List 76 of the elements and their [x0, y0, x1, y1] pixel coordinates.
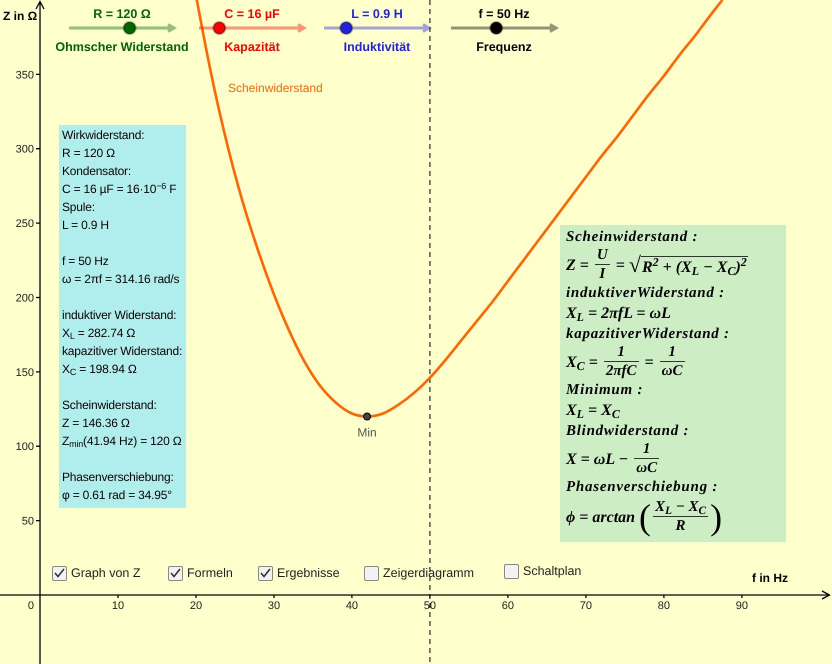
axis-tick-label: 10 [112, 600, 124, 612]
slider-track[interactable] [449, 20, 559, 36]
result-text: ω = 2πf = 314.16 rad/s [62, 271, 180, 288]
formula: X$_{L}$ = X$_{C}$ [566, 401, 621, 420]
slider-track[interactable] [322, 20, 432, 36]
result-text: X$_{C}$ = 198.94 Ω [62, 361, 138, 378]
result-text: f = 50 Hz [62, 253, 110, 270]
result-text: L = 0.9 H [62, 217, 110, 234]
axis-tick-label: 300 [16, 144, 34, 156]
checkbox-label[interactable]: Ergebnisse [277, 565, 340, 581]
result-text: Scheinwiderstand: [62, 397, 158, 414]
axis-title: Z in Ω [3, 9, 38, 23]
axis-tick-label: 50 [22, 516, 34, 528]
origin-label: 0 [28, 600, 34, 612]
point-label: Min [357, 425, 377, 440]
slider-value-label: L = 0.9 H [351, 8, 403, 20]
result-text: induktiver Widerstand: [62, 307, 178, 324]
result-text: Z = 146.36 Ω [62, 415, 131, 432]
result-text: φ = 0.61 rad = 34.95° [62, 487, 173, 504]
result-text: Z$_{min}$(41.94 Hz) = 120 Ω [62, 433, 182, 450]
formula-heading: kapazitiverWiderstand : [566, 325, 731, 343]
slider-caption: Induktivität [344, 40, 410, 54]
slider-thumb[interactable] [122, 21, 137, 35]
axis-tick-label: 200 [16, 292, 34, 304]
slider-thumb[interactable] [339, 21, 354, 35]
slider-value-label: C = 16 µF [224, 8, 280, 20]
checkbox[interactable] [504, 564, 519, 578]
checkmark-icon [54, 568, 65, 578]
checkbox[interactable] [364, 566, 379, 580]
minimum-point [363, 412, 372, 420]
formula-heading: Minimum : [566, 381, 644, 399]
curve-label: Scheinwiderstand [228, 81, 323, 95]
formula: X$_{L}$ = 2πfL = ωL [566, 304, 672, 323]
result-text: Kondensator: [62, 163, 132, 180]
result-text: X$_{L}$ = 282.74 Ω [62, 325, 136, 342]
slider-track[interactable] [67, 20, 177, 36]
slider-track[interactable] [197, 20, 307, 36]
result-text: kapazitiver Widerstand: [62, 343, 182, 360]
formula-heading: Phasenverschiebung : [566, 478, 720, 496]
axis-tick-label: 30 [268, 600, 280, 612]
checkbox-label[interactable]: Graph von Z [71, 565, 140, 581]
slider-value-label: R = 120 Ω [93, 8, 151, 20]
checkbox[interactable] [168, 566, 183, 580]
checkmark-icon [170, 568, 181, 578]
slider-caption: Kapazität [224, 40, 280, 54]
result-text: R = 120 Ω [62, 145, 116, 162]
result-text: C = 16 µF = 16·10$^{−6}$ F [62, 180, 178, 198]
slider-value-label: f = 50 Hz [478, 8, 530, 20]
axis-tick-label: 250 [16, 218, 34, 230]
axis-title: f in Hz [752, 571, 788, 585]
checkbox-label[interactable]: Formeln [187, 565, 233, 581]
result-text: Phasenverschiebung: [62, 469, 175, 486]
axis-tick-label: 80 [658, 600, 670, 612]
axis-tick-label: 90 [736, 600, 748, 612]
slider-caption: Ohmscher Widerstand [55, 40, 189, 54]
formula-heading: induktiverWiderstand : [566, 284, 726, 302]
checkbox-label[interactable]: Schaltplan [523, 563, 582, 579]
slider-thumb[interactable] [212, 21, 226, 35]
slider-caption: Frequenz [476, 40, 532, 54]
axis-tick-label: 20 [190, 600, 202, 612]
slider-thumb[interactable] [489, 21, 504, 35]
axis-tick-label: 150 [16, 366, 34, 379]
axis-tick-label: 70 [580, 600, 592, 612]
result-text: Spule: [62, 199, 96, 216]
formula-heading: Scheinwiderstand : [566, 228, 700, 246]
axis-tick-label: 100 [16, 441, 34, 454]
formula-heading: Blindwiderstand : [566, 422, 690, 440]
checkbox[interactable] [52, 566, 67, 580]
checkmark-icon [260, 568, 271, 578]
axis-tick-label: 50 [424, 600, 436, 612]
axis-tick-label: 40 [346, 600, 358, 612]
result-text: Wirkwiderstand: [62, 127, 146, 144]
checkbox-label[interactable]: Zeigerdiagramm [383, 565, 474, 581]
checkbox[interactable] [258, 566, 273, 580]
axis-tick-label: 60 [502, 600, 514, 612]
axis-tick-label: 350 [16, 69, 34, 82]
